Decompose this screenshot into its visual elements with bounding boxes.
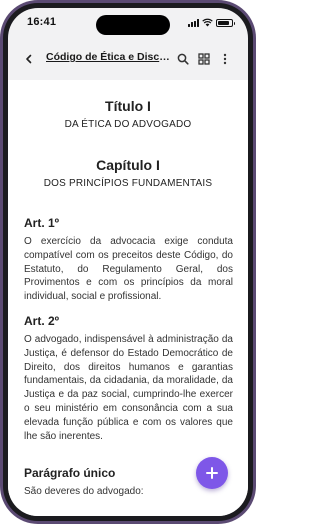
app-bar: Código de Ética e Disciplina da OAB: [8, 38, 248, 80]
status-bar: 16:41: [8, 8, 248, 38]
back-button[interactable]: [20, 50, 38, 68]
capitulo-heading: Capítulo I: [96, 157, 160, 173]
app-bar-title[interactable]: Código de Ética e Disciplina da OAB: [46, 51, 172, 63]
titulo-heading: Título I: [105, 98, 151, 114]
paragrafo-unico-text: São deveres do advogado:: [24, 486, 144, 497]
search-icon: [177, 53, 189, 65]
titulo-subheading: DA ÉTICA DO ADVOGADO: [64, 119, 192, 130]
grid-icon: [198, 53, 210, 65]
dynamic-island: [96, 15, 170, 35]
more-options-button[interactable]: [216, 50, 234, 68]
article-2-text: O advogado, indispensável à administraçã…: [24, 334, 233, 442]
document-content[interactable]: Título I DA ÉTICA DO ADVOGADO Capítulo I…: [8, 80, 248, 516]
grid-button[interactable]: [195, 50, 213, 68]
search-button[interactable]: [174, 50, 192, 68]
article-1-heading: Art. 1º: [24, 216, 60, 230]
more-vert-icon: [223, 53, 227, 65]
add-fab-button[interactable]: [196, 457, 228, 489]
article-2-heading: Art. 2º: [24, 314, 60, 328]
plus-icon: [206, 467, 218, 479]
capitulo-subheading: DOS PRINCÍPIOS FUNDAMENTAIS: [43, 178, 213, 189]
screen: 16:41 Código de Ética e Disciplina da OA…: [8, 8, 248, 516]
cellular-signal-icon: [188, 18, 199, 27]
wifi-icon: [202, 18, 213, 27]
battery-icon: [216, 18, 235, 27]
status-icons: [188, 18, 235, 27]
paragrafo-unico-heading: Parágrafo único: [24, 466, 116, 480]
arrow-back-icon: [26, 54, 32, 64]
article-1-text: O exercício da advocacia exige conduta c…: [24, 236, 233, 303]
status-time: 16:41: [27, 16, 57, 28]
